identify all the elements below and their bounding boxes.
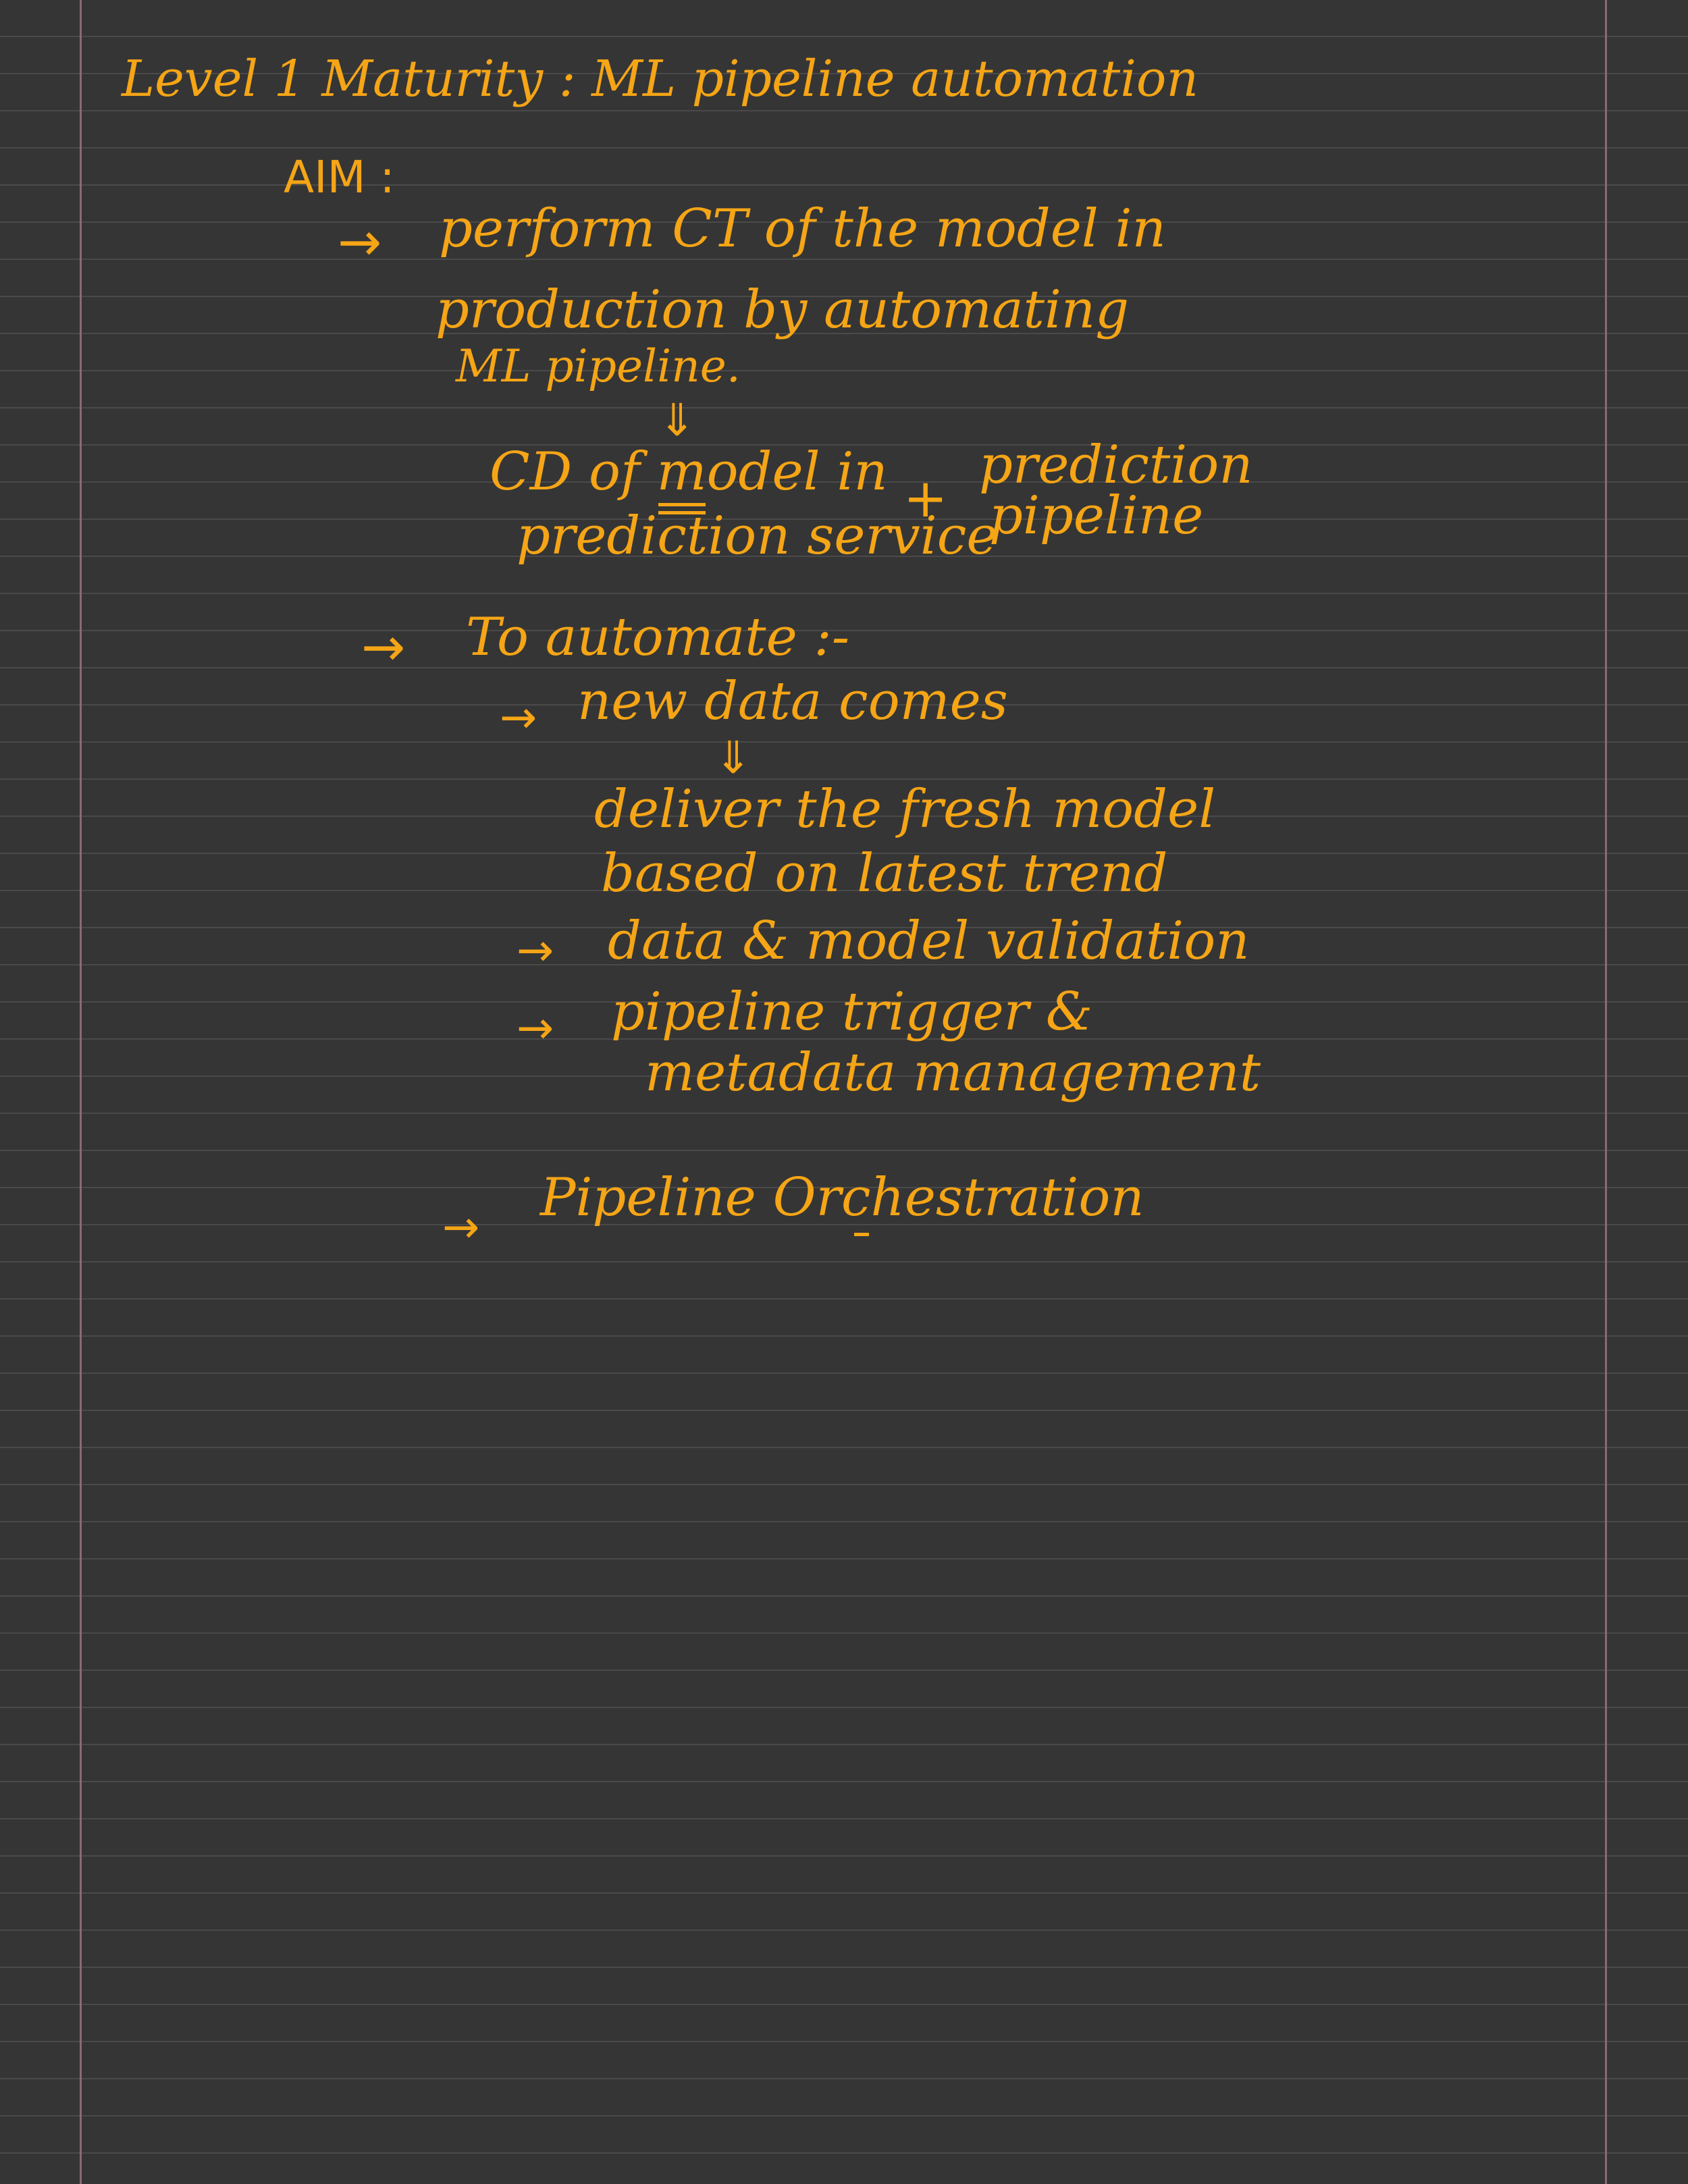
plus-icon: + [903,469,948,529]
orchestration-item: Pipeline Orchestration [540,1167,1144,1228]
notebook-page: Level 1 Maturity : ML pipeline automatio… [0,0,1688,2184]
right-arrow-icon-6: → [442,1201,480,1253]
new-data-item: new data comes [577,671,1008,732]
aim-label: AIM : [284,151,395,203]
aim-line-1: perform CT of the model in [439,198,1166,259]
right-arrow-icon-3: → [500,691,537,743]
right-arrow-icon-4: → [517,924,554,976]
aim-line-2: production by automating [436,279,1130,340]
prediction-line-2: pipeline [989,485,1204,546]
left-margin-line [80,0,82,2184]
orchestration-underline [854,1233,869,1236]
down-arrow-icon: ⇓ [658,394,696,446]
right-margin-line [1605,0,1607,2184]
deliver-line-1: deliver the fresh model [594,779,1216,840]
trigger-line-2: metadata management [645,1042,1261,1103]
page-title: Level 1 Maturity : ML pipeline automatio… [122,50,1199,108]
trigger-line-1: pipeline trigger & [611,982,1093,1042]
deliver-line-2: based on latest trend [601,843,1168,904]
right-arrow-icon-2: → [361,617,406,678]
down-arrow-icon-2: ⇓ [714,732,752,784]
aim-line-3: ML pipeline. [456,340,741,392]
validation-item: data & model validation [608,911,1250,971]
right-arrow-icon-5: → [517,1002,554,1054]
cd-line-1: CD of model in [490,442,888,502]
prediction-line-1: prediction [979,435,1253,496]
automate-heading: To automate :- [466,607,850,668]
right-arrow-icon: → [338,212,382,273]
